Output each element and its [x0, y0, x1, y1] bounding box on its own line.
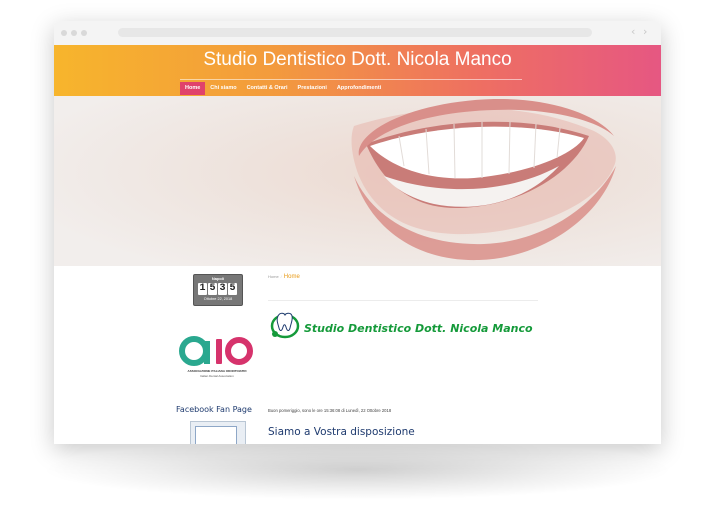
breadcrumb: Home / Home — [268, 274, 300, 280]
nav-item-chi-siamo[interactable]: Chi siamo — [205, 82, 241, 95]
counter-digit: 5 — [228, 283, 237, 295]
nav-item-home[interactable]: Home — [180, 82, 206, 95]
nav-item-contatti-orari[interactable]: Contatti & Orari — [242, 82, 293, 95]
aio-name: ASSOCIAZIONE ITALIANA ODONTOIATRI — [187, 369, 247, 373]
tooth-logo-icon — [270, 312, 300, 339]
content-divider — [268, 300, 538, 301]
window-shadow — [40, 440, 675, 500]
visitor-counter: Napoli 1 5 3 5 Ottobre 22, 2018 — [193, 274, 243, 306]
facebook-fan-page-widget[interactable] — [190, 421, 246, 444]
page-content: Napoli 1 5 3 5 Ottobre 22, 2018 ASSOCIAZ… — [54, 266, 661, 444]
facebook-widget-frame — [195, 426, 237, 444]
back-chevron-icon[interactable]: ‹ — [631, 25, 635, 38]
aio-logo[interactable]: ASSOCIAZIONE ITALIANA ODONTOIATRI Italia… — [178, 334, 256, 382]
hero-image — [54, 96, 661, 266]
browser-chrome: ‹ › — [54, 21, 661, 46]
counter-digit: 5 — [208, 283, 217, 295]
window-dot-icon[interactable] — [61, 30, 67, 36]
facebook-heading: Facebook Fan Page — [176, 405, 252, 414]
counter-digit: 1 — [198, 283, 207, 295]
header-divider — [180, 79, 522, 80]
studio-logo-text: Studio Dentistico Dott. Nicola Manco — [304, 322, 533, 335]
nav-item-prestazioni[interactable]: Prestazioni — [293, 82, 332, 95]
counter-digit: 3 — [218, 283, 227, 295]
address-bar[interactable] — [118, 28, 592, 37]
browser-window: ‹ › Studio Dentistico Dott. Nicola Manco… — [54, 21, 661, 444]
nav-item-approfondimenti[interactable]: Approfondimenti — [332, 82, 386, 95]
aio-subtitle: Italian Dental Association — [200, 374, 234, 378]
breadcrumb-root[interactable]: Home — [268, 274, 279, 279]
smile-illustration — [54, 96, 661, 266]
window-dot-icon[interactable] — [81, 30, 87, 36]
site-title: Studio Dentistico Dott. Nicola Manco — [203, 49, 512, 70]
counter-digits: 1 5 3 5 — [198, 283, 237, 295]
studio-logo[interactable]: Studio Dentistico Dott. Nicola Manco — [268, 310, 558, 340]
greeting-text: Buon pomeriggio, sono le ore 15:36:08 di… — [268, 408, 392, 413]
counter-city: Napoli — [211, 276, 225, 281]
forward-chevron-icon[interactable]: › — [643, 25, 647, 38]
window-dot-icon[interactable] — [71, 30, 77, 36]
main-nav: Home Chi siamo Contatti & Orari Prestazi… — [180, 82, 386, 95]
breadcrumb-current: Home — [283, 274, 300, 280]
aio-logo-icon — [179, 336, 253, 366]
section-title: Siamo a Vostra disposizione — [268, 426, 415, 438]
counter-date: Ottobre 22, 2018 — [203, 297, 233, 301]
